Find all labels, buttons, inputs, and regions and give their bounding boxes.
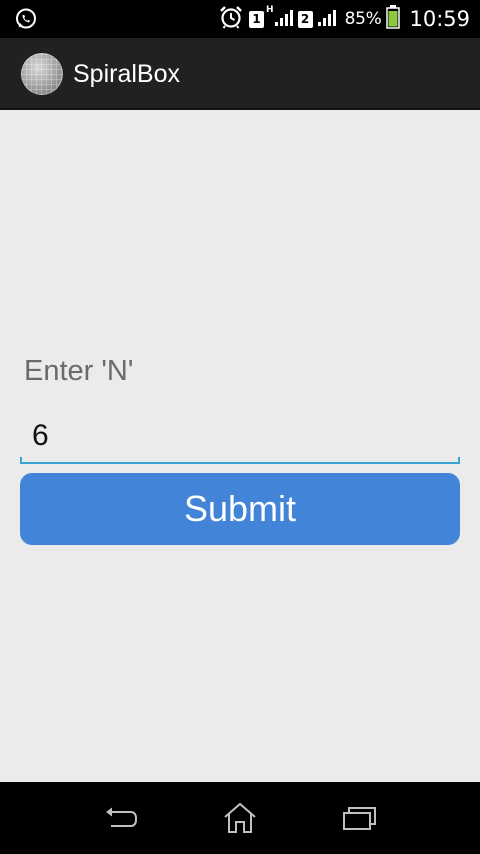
signal-icon xyxy=(317,8,340,30)
n-label: Enter 'N' xyxy=(24,355,134,387)
back-icon[interactable] xyxy=(99,798,143,838)
alarm-icon xyxy=(218,4,244,34)
n-input-field[interactable] xyxy=(20,410,460,464)
network-type-indicator: H xyxy=(266,5,274,15)
battery-icon xyxy=(386,5,401,33)
status-clock: 10:59 xyxy=(409,7,470,31)
whatsapp-icon xyxy=(14,7,38,35)
main-content: Enter 'N' Submit xyxy=(0,110,480,782)
navigation-bar xyxy=(0,782,480,854)
status-bar: 1 H 2 85% 10:59 xyxy=(0,0,480,38)
app-title: SpiralBox xyxy=(73,60,180,88)
sim2-badge: 2 xyxy=(297,10,313,28)
home-icon[interactable] xyxy=(218,798,262,838)
signal-icon xyxy=(274,8,293,30)
recents-icon[interactable] xyxy=(337,798,381,838)
submit-button[interactable]: Submit xyxy=(20,473,460,545)
battery-percentage: 85% xyxy=(344,9,382,29)
action-bar: SpiralBox xyxy=(0,38,480,110)
app-logo-icon xyxy=(21,53,63,95)
sim1-badge: 1 xyxy=(249,10,265,28)
